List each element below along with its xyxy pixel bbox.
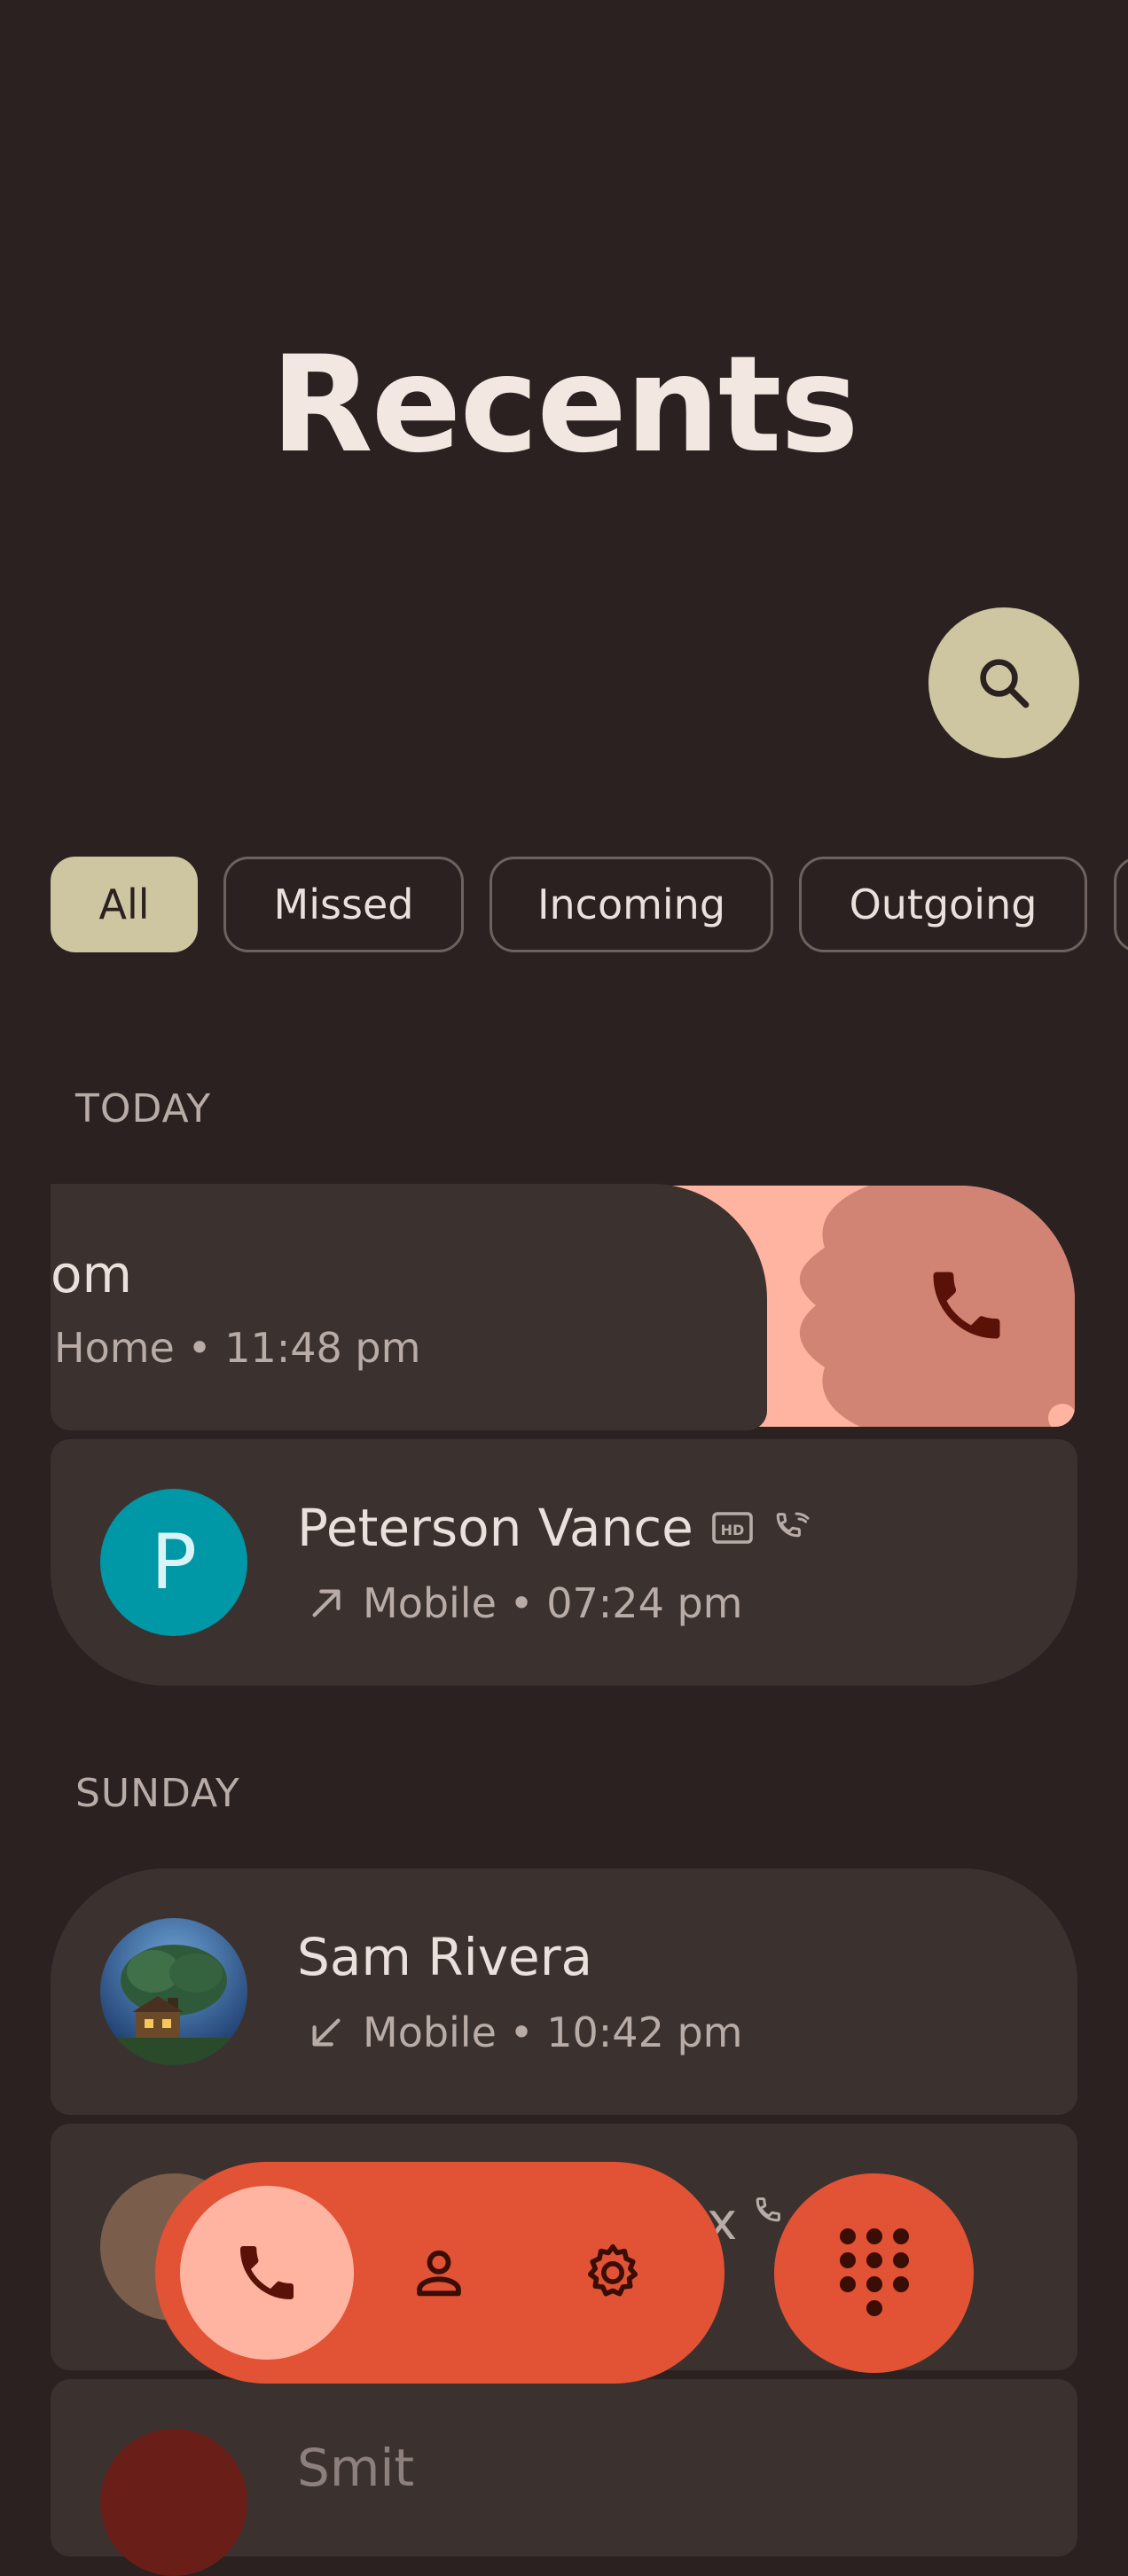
filter-chip-all[interactable]: All [51,857,198,952]
incoming-call-icon [312,2018,341,2047]
contact-name: Smit [297,2438,415,2498]
contact-name: Peterson Vance [297,1498,693,1558]
avatar-photo [100,1918,247,2065]
bottom-navigation [155,2162,725,2384]
page-title: Recents [270,328,859,482]
nav-settings-button[interactable] [560,2220,666,2326]
outgoing-call-icon [312,1589,341,1617]
call-item-swiped[interactable]: om Home • 11:48 pm [51,1184,767,1430]
avatar: P [100,1489,247,1636]
avatar [100,2429,247,2576]
avatar-initial: P [151,1518,197,1607]
section-header-today: TODAY [75,1086,212,1131]
hd-icon: HD [712,1512,753,1544]
filter-chip-missed[interactable]: Missed [223,857,464,952]
call-item-partial-smit[interactable]: Smit [51,2379,1077,2576]
filter-chip-outgoing[interactable]: Outgoing [799,857,1087,952]
call-item-sam-rivera[interactable]: Sam Rivera Mobile • 10:42 pm [51,1868,1077,2115]
call-detail: Home • 11:48 pm [54,1324,421,1372]
dialpad-icon [839,2228,909,2316]
call-detail: Mobile • 07:24 pm [363,1579,743,1627]
svg-text:HD: HD [720,1522,744,1539]
contacts-icon [417,2250,461,2297]
phone-icon [240,2246,294,2299]
call-item-peterson-vance[interactable]: P Peterson Vance HD Mobile • 07:24 pm [51,1439,1077,1686]
nav-recents-button[interactable] [180,2186,354,2360]
phone-icon [933,1272,1000,1339]
call-detail: Mobile • 10:42 pm [363,2008,743,2056]
section-header-sunday: SUNDAY [75,1771,240,1816]
filter-chip-incoming[interactable]: Incoming [490,857,773,952]
avatar-image [100,1918,247,2065]
contact-name: Sam Rivera [297,1927,593,1987]
search-button[interactable] [928,607,1079,758]
nav-contacts-button[interactable] [386,2220,492,2326]
search-icon [980,659,1030,709]
wifi-call-icon [776,1512,810,1538]
settings-icon [587,2243,638,2297]
contact-name: om [51,1244,132,1304]
dialpad-button[interactable] [774,2173,974,2373]
filter-chip-more[interactable] [1114,857,1128,952]
